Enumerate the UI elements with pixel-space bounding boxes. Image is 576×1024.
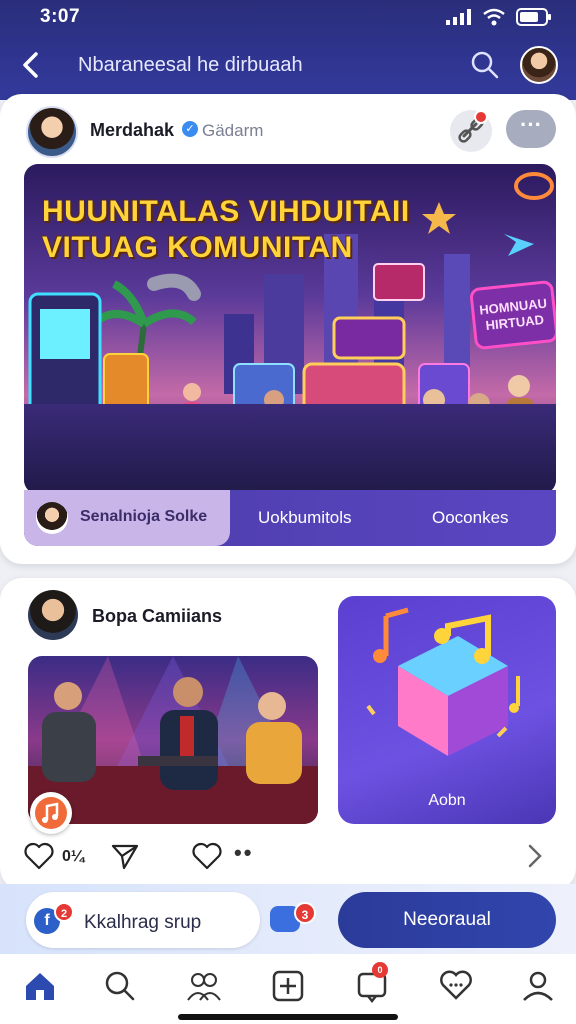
author-avatar[interactable] — [26, 106, 78, 158]
like-icon[interactable] — [24, 842, 54, 870]
music-card[interactable]: Aobn — [338, 596, 556, 824]
tab-third[interactable]: Ooconkes — [432, 508, 509, 528]
home-indicator — [178, 1014, 398, 1020]
tab-second[interactable]: Uokbumitols — [258, 508, 352, 528]
music-label: Aobn — [428, 792, 466, 809]
signal-icon — [446, 9, 471, 25]
post-banner-image[interactable]: HUUNITALAS VIHDUITAII VITUAG KOMUNITAN H… — [24, 164, 556, 494]
search-icon[interactable] — [100, 966, 140, 1006]
music-cube-icon — [366, 607, 520, 756]
author-name[interactable]: Merdahak — [90, 120, 174, 141]
home-icon[interactable] — [20, 966, 60, 1006]
verified-icon: ✓ — [182, 121, 198, 137]
primary-action-button[interactable]: Neeoraual — [338, 892, 556, 948]
post-card-friends: Bopa Camiians Aobn 0¼ •• — [0, 578, 576, 890]
banner-title: HUUNITALAS VIHDUITAII VITUAG KOMUNITAN — [42, 194, 410, 266]
share-icon[interactable] — [110, 842, 140, 870]
author-name[interactable]: Bopa Camiians — [92, 606, 222, 627]
post-actions: 0¼ •• — [24, 840, 554, 872]
add-icon[interactable] — [268, 966, 308, 1006]
chevron-right-icon[interactable] — [522, 842, 548, 870]
author-avatar[interactable] — [28, 590, 78, 640]
back-button[interactable] — [14, 48, 48, 82]
post-tab-bar: Senalnioja Solke Uokbumitols Ooconkes — [24, 490, 556, 546]
status-time: 3:07 — [40, 6, 81, 27]
profile-avatar[interactable] — [520, 46, 558, 84]
chat-badge: 3 — [294, 902, 316, 924]
page-title: Nbaraneesal he dirbuaah — [78, 54, 303, 76]
tab-avatar — [36, 502, 68, 534]
author-subtitle: Gädarm — [202, 121, 264, 140]
battery-icon — [516, 8, 551, 26]
composer-bar: f 2 Kkalhrag srup 3 Neeoraual — [0, 884, 576, 954]
banner-title-line2: VITUAG KOMUNITAN — [42, 231, 353, 264]
facebook-badge: 2 — [54, 902, 74, 922]
messages-icon[interactable] — [436, 966, 476, 1006]
friends-icon[interactable] — [184, 966, 224, 1006]
neon-sign: HOMNUAU HIRTUAD — [468, 279, 556, 351]
more-icon[interactable]: •• — [234, 840, 253, 866]
favorite-icon[interactable] — [192, 842, 222, 870]
music-app-icon[interactable] — [30, 792, 72, 834]
like-count: 0¼ — [62, 848, 85, 865]
banner-title-line1: HUUNITALAS VIHDUITAII — [42, 195, 410, 228]
profile-icon[interactable] — [518, 966, 558, 1006]
search-icon[interactable] — [470, 50, 500, 80]
tab-active[interactable]: Senalnioja Solke — [24, 490, 230, 546]
tab-active-label: Senalnioja Solke — [80, 508, 208, 525]
banner-floor — [24, 404, 556, 494]
notifications-badge: 0 — [372, 962, 388, 978]
top-app-bar: 3:07 Nbaraneesal he dirbuaah — [0, 0, 576, 100]
notification-dot — [474, 110, 488, 124]
wifi-icon — [483, 8, 505, 26]
composer-placeholder[interactable]: Kkalhrag srup — [84, 912, 201, 934]
post-card-community: Merdahak ✓ Gädarm ··· HUUNITALAS VIHDUIT… — [0, 94, 576, 564]
status-icons — [446, 8, 552, 26]
more-options-button[interactable]: ··· — [506, 110, 556, 148]
